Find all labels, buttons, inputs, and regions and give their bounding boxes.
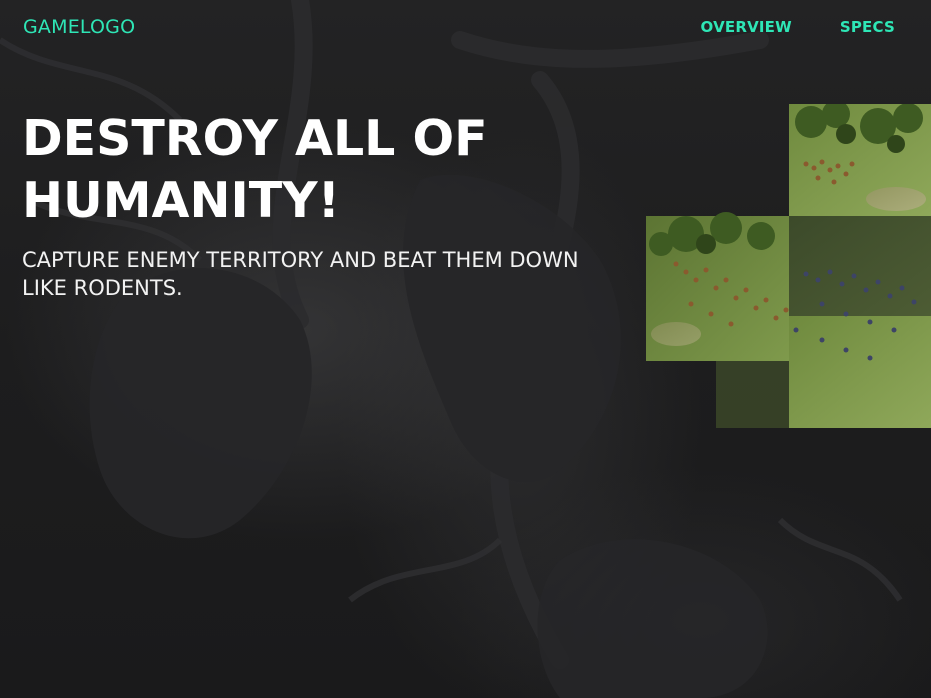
battle-screenshot-mosaic xyxy=(646,104,931,428)
game-logo[interactable]: GAMELOGO xyxy=(23,16,135,38)
hero-subtitle: CAPTURE ENEMY TERRITORY AND BEAT THEM DO… xyxy=(22,248,579,300)
nav-overview-link[interactable]: OVERVIEW xyxy=(701,18,792,36)
hero-title: DESTROY ALL OF HUMANITY! xyxy=(22,110,488,229)
nav-specs-link[interactable]: SPECS xyxy=(840,18,895,36)
main-nav: OVERVIEW SPECS xyxy=(701,18,895,36)
landing-page: GAMELOGO OVERVIEW SPECS DESTROY ALL OF H… xyxy=(0,0,931,698)
